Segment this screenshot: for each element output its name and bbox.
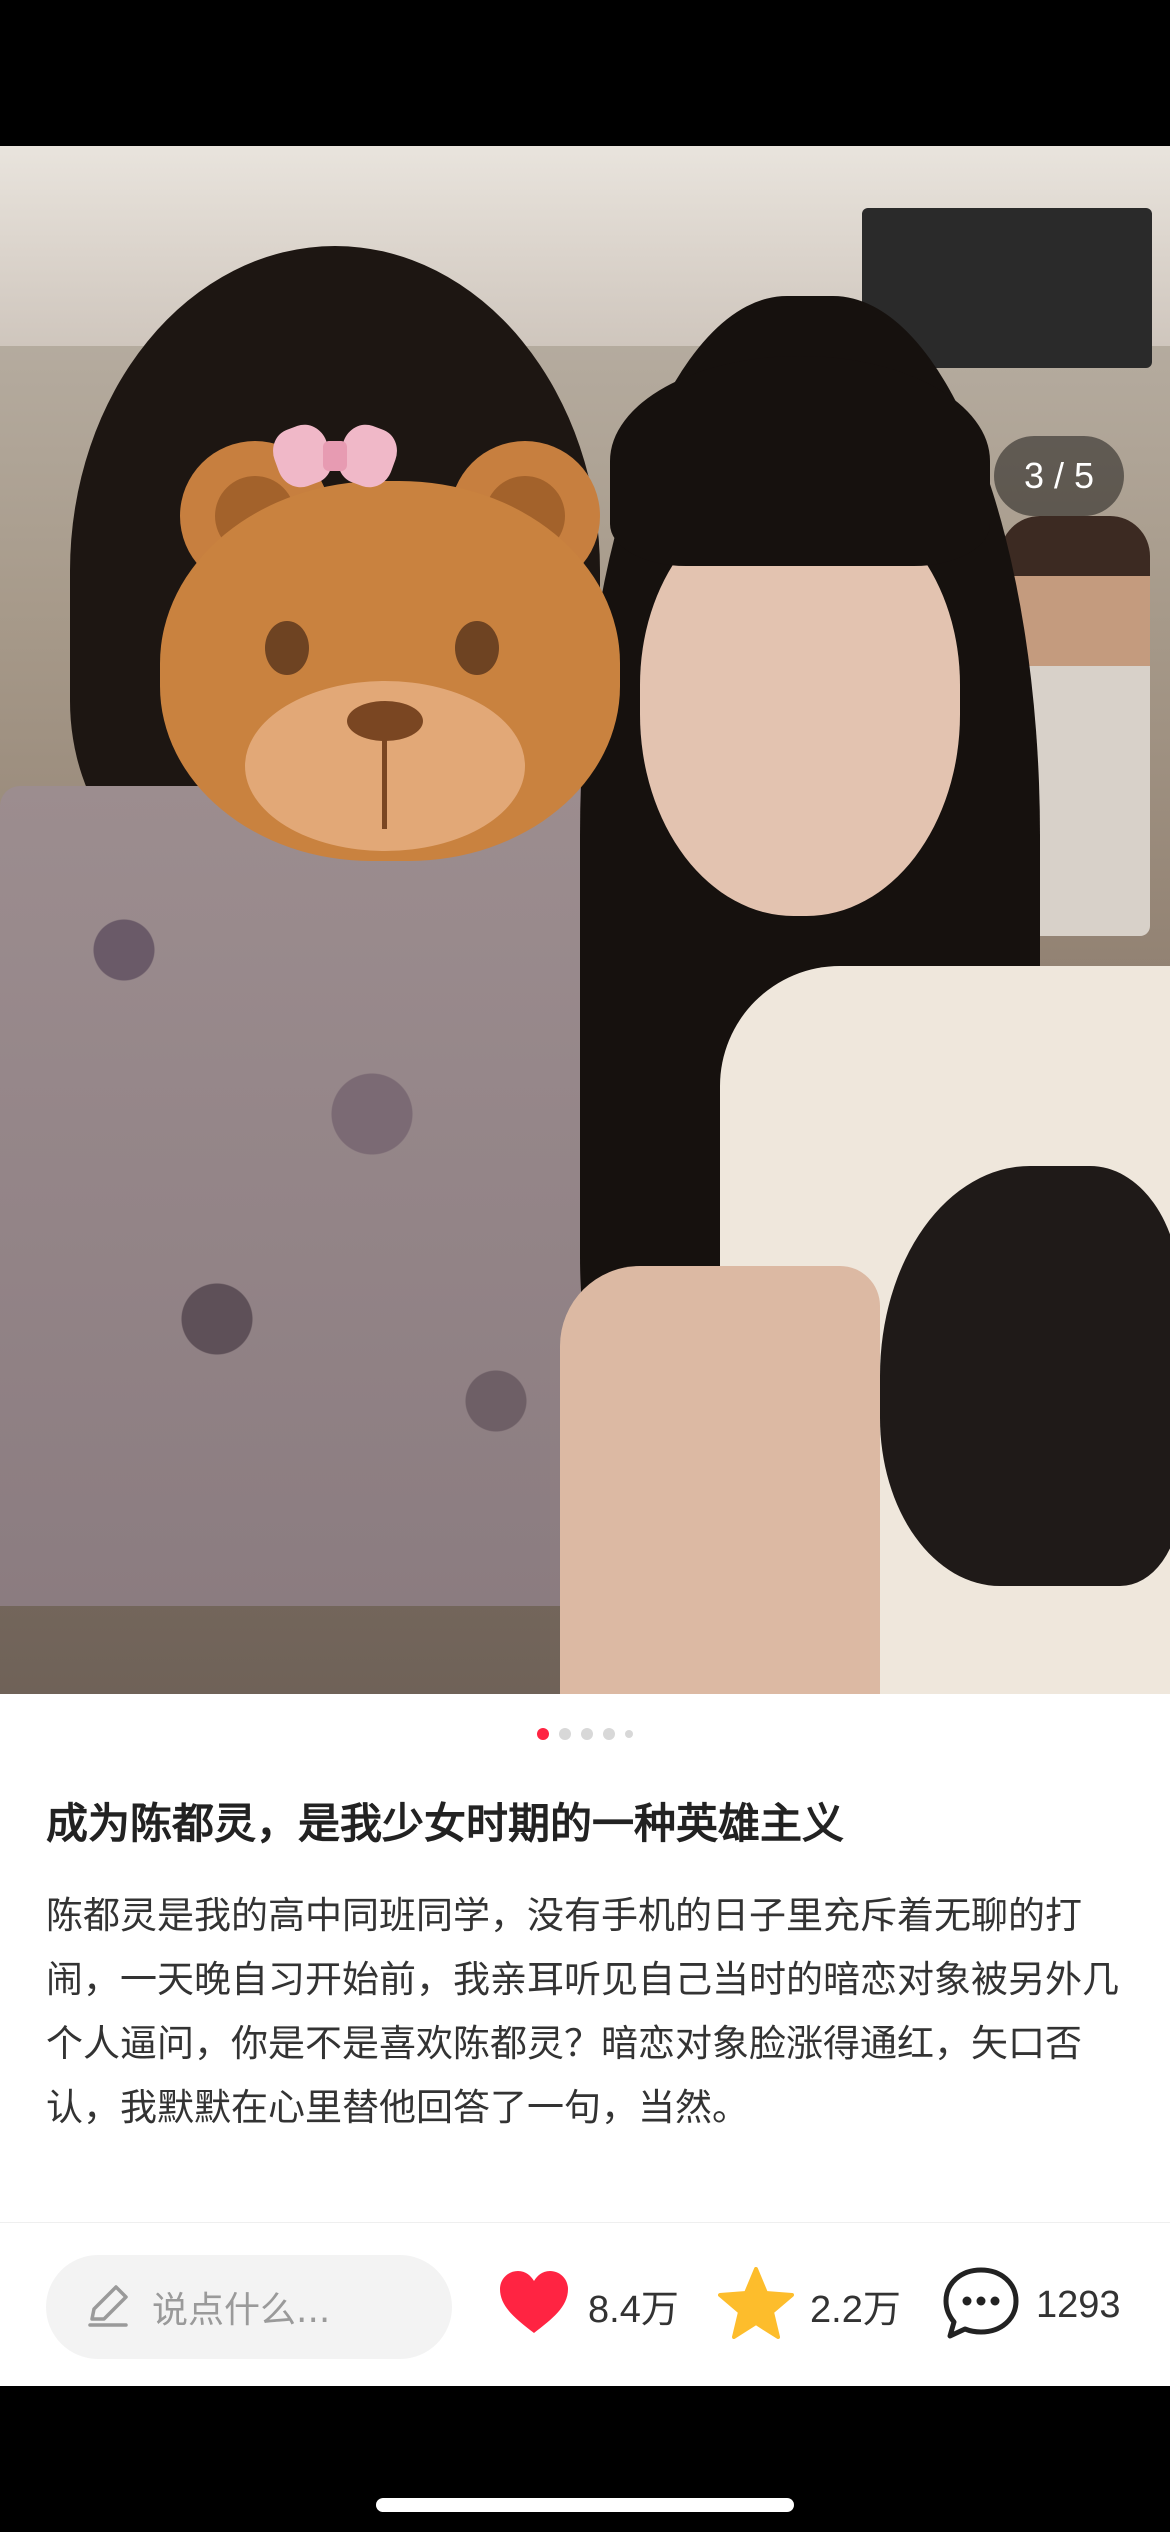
post-body: 陈都灵是我的高中同班同学，没有手机的日子里充斥着无聊的打闹，一天晚自习开始前，我… — [46, 1894, 1119, 2129]
like-count: 8.4万 — [588, 2288, 679, 2331]
comment-count: 1293 — [1036, 2283, 1121, 2326]
action-bar: 说点什么... 8.4万 2.2万 1293 — [0, 2222, 1170, 2387]
carousel-dot — [625, 1730, 633, 1738]
bear-mouth — [382, 739, 387, 829]
left-person-dress — [0, 786, 620, 1606]
carousel-dot-active — [537, 1728, 549, 1740]
bear-eye-right — [455, 621, 499, 675]
collect-count: 2.2万 — [810, 2288, 901, 2331]
carousel-dot — [603, 1728, 615, 1740]
like-button[interactable]: 8.4万 — [496, 2265, 679, 2345]
carousel-indicator — [0, 1728, 1170, 1740]
bear-face-sticker — [150, 418, 620, 871]
heart-icon — [496, 2269, 572, 2341]
comment-placeholder: 说点什么... — [152, 2290, 331, 2331]
bottom-bar — [0, 2386, 1170, 2532]
bear-eye-left — [265, 621, 309, 675]
comment-input[interactable]: 说点什么... — [46, 2255, 452, 2359]
shirt-print — [880, 1166, 1170, 1586]
home-indicator[interactable] — [376, 2498, 794, 2512]
star-icon — [718, 2267, 794, 2343]
bear-nose — [347, 701, 423, 741]
chat-bubble-icon — [942, 2266, 1020, 2344]
post-title: 成为陈都灵，是我少女时期的一种英雄主义 — [46, 1799, 845, 1848]
post-photo[interactable]: 3 / 5 — [0, 146, 1170, 1694]
pencil-icon — [82, 2279, 134, 2335]
collect-button[interactable]: 2.2万 — [718, 2265, 901, 2345]
right-person-arm — [560, 1266, 880, 1694]
carousel-dot — [581, 1728, 593, 1740]
top-status-bar — [0, 0, 1170, 146]
bow-icon — [266, 416, 404, 496]
comment-button[interactable]: 1293 — [942, 2265, 1121, 2345]
right-person-bangs — [610, 356, 990, 566]
photo-counter: 3 / 5 — [994, 436, 1124, 516]
carousel-dot — [559, 1728, 571, 1740]
